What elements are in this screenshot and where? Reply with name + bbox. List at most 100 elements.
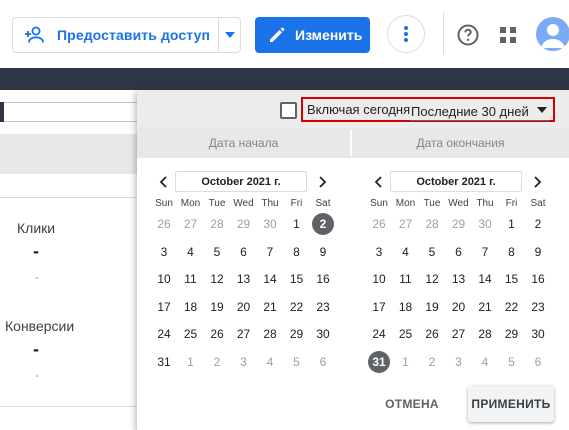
calendar-day[interactable]: 1	[284, 212, 310, 236]
calendar-day[interactable]: 26	[366, 212, 392, 236]
calendar-day[interactable]: 8	[284, 240, 310, 264]
calendar-day[interactable]: 7	[472, 240, 498, 264]
calendar-day[interactable]: 8	[499, 240, 525, 264]
calendar-day[interactable]: 31	[366, 350, 392, 374]
calendar-day[interactable]: 30	[472, 212, 498, 236]
calendar-day[interactable]: 29	[446, 212, 472, 236]
calendar-day[interactable]: 28	[257, 322, 283, 346]
avatar[interactable]	[536, 17, 569, 51]
calendar-day[interactable]: 20	[231, 295, 257, 319]
more-options-button[interactable]	[387, 15, 425, 53]
calendar-day[interactable]: 1	[499, 212, 525, 236]
calendar-day[interactable]: 23	[525, 295, 551, 319]
calendar-day[interactable]: 28	[204, 212, 230, 236]
calendar-day[interactable]: 10	[366, 267, 392, 291]
calendar-day[interactable]: 25	[178, 322, 204, 346]
calendar-day[interactable]: 24	[151, 322, 177, 346]
calendar-day[interactable]: 6	[310, 350, 336, 374]
calendar-day[interactable]: 27	[446, 322, 472, 346]
calendar-day[interactable]: 5	[419, 240, 445, 264]
report-filter-field[interactable]	[0, 102, 137, 122]
calendar-day[interactable]: 2	[310, 212, 336, 236]
calendar-day[interactable]: 14	[257, 267, 283, 291]
calendar-day[interactable]: 5	[499, 350, 525, 374]
calendar-day[interactable]: 18	[178, 295, 204, 319]
calendar-day[interactable]: 6	[446, 240, 472, 264]
calendar-day[interactable]: 21	[257, 295, 283, 319]
calendar-day[interactable]: 29	[231, 212, 257, 236]
calendar-day[interactable]: 9	[310, 240, 336, 264]
calendar-day[interactable]: 29	[284, 322, 310, 346]
calendar-day[interactable]: 17	[366, 295, 392, 319]
calendar-day[interactable]: 2	[204, 350, 230, 374]
month-label[interactable]: October 2021 г.	[175, 171, 307, 192]
calendar-day[interactable]: 3	[231, 350, 257, 374]
calendar-day[interactable]: 30	[525, 322, 551, 346]
calendar-day[interactable]: 30	[257, 212, 283, 236]
calendar-day[interactable]: 1	[393, 350, 419, 374]
calendar-day[interactable]: 23	[310, 295, 336, 319]
edit-button[interactable]: Изменить	[255, 17, 370, 53]
calendar-day[interactable]: 26	[151, 212, 177, 236]
calendar-day[interactable]: 9	[525, 240, 551, 264]
month-label[interactable]: October 2021 г.	[390, 171, 522, 192]
calendar-day[interactable]: 17	[151, 295, 177, 319]
calendar-day[interactable]: 7	[257, 240, 283, 264]
calendar-day[interactable]: 16	[310, 267, 336, 291]
calendar-day[interactable]: 2	[525, 212, 551, 236]
calendar-day[interactable]: 13	[231, 267, 257, 291]
calendar-day[interactable]: 12	[204, 267, 230, 291]
calendar-day[interactable]: 15	[499, 267, 525, 291]
calendar-day[interactable]: 27	[393, 212, 419, 236]
calendar-day[interactable]: 6	[231, 240, 257, 264]
calendar-day[interactable]: 29	[499, 322, 525, 346]
calendar-day[interactable]: 3	[151, 240, 177, 264]
calendar-day[interactable]: 4	[393, 240, 419, 264]
next-month-button[interactable]	[315, 173, 331, 191]
calendar-day[interactable]: 16	[525, 267, 551, 291]
apply-button[interactable]: ПРИМЕНИТЬ	[468, 386, 554, 422]
prev-month-button[interactable]	[370, 173, 386, 191]
calendar-day[interactable]: 30	[310, 322, 336, 346]
calendar-day[interactable]: 19	[419, 295, 445, 319]
calendar-day[interactable]: 12	[419, 267, 445, 291]
prev-month-button[interactable]	[155, 173, 171, 191]
calendar-day[interactable]: 20	[446, 295, 472, 319]
calendar-day[interactable]: 5	[284, 350, 310, 374]
tab-start-date[interactable]: Дата начала	[137, 128, 350, 158]
calendar-day[interactable]: 31	[151, 350, 177, 374]
calendar-day[interactable]: 4	[472, 350, 498, 374]
calendar-day[interactable]: 11	[393, 267, 419, 291]
calendar-day[interactable]: 14	[472, 267, 498, 291]
calendar-day[interactable]: 27	[178, 212, 204, 236]
calendar-day[interactable]: 2	[419, 350, 445, 374]
calendar-day[interactable]: 11	[178, 267, 204, 291]
tab-end-date[interactable]: Дата окончания	[352, 128, 569, 158]
help-icon[interactable]	[456, 23, 480, 47]
calendar-day[interactable]: 19	[204, 295, 230, 319]
calendar-day[interactable]: 6	[525, 350, 551, 374]
calendar-day[interactable]: 1	[178, 350, 204, 374]
share-dropdown-button[interactable]	[219, 32, 240, 38]
calendar-day[interactable]: 3	[366, 240, 392, 264]
calendar-day[interactable]: 24	[366, 322, 392, 346]
share-button[interactable]: Предоставить доступ	[13, 18, 219, 52]
next-month-button[interactable]	[530, 173, 546, 191]
calendar-day[interactable]: 18	[393, 295, 419, 319]
calendar-day[interactable]: 26	[419, 322, 445, 346]
calendar-day[interactable]: 28	[472, 322, 498, 346]
calendar-day[interactable]: 3	[446, 350, 472, 374]
range-preset-select[interactable]: Последние 30 дней	[410, 101, 550, 121]
calendar-day[interactable]: 15	[284, 267, 310, 291]
calendar-day[interactable]: 21	[472, 295, 498, 319]
calendar-day[interactable]: 10	[151, 267, 177, 291]
calendar-day[interactable]: 25	[393, 322, 419, 346]
calendar-day[interactable]: 5	[204, 240, 230, 264]
include-today-checkbox[interactable]	[280, 102, 297, 119]
apps-grid-icon[interactable]	[498, 25, 518, 45]
calendar-day[interactable]: 26	[204, 322, 230, 346]
calendar-day[interactable]: 27	[231, 322, 257, 346]
calendar-day[interactable]: 22	[499, 295, 525, 319]
cancel-button[interactable]: ОТМЕНА	[377, 386, 447, 422]
calendar-day[interactable]: 28	[419, 212, 445, 236]
